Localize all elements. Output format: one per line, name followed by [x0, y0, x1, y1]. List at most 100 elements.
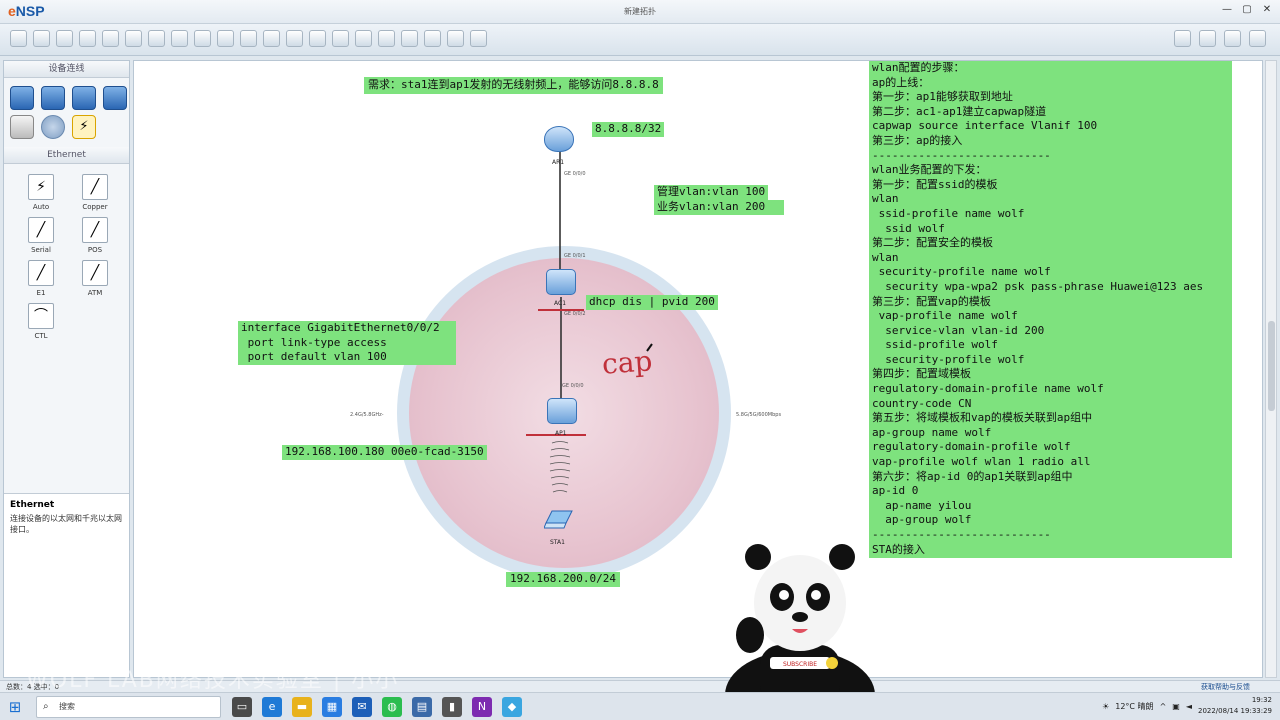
- cable-auto-icon: ⚡: [28, 174, 54, 200]
- new-topology-icon[interactable]: [10, 30, 27, 47]
- radio-right-label: 5.8G/5G/600Mbps: [736, 412, 782, 418]
- terminal-task-icon[interactable]: ▮: [442, 697, 462, 717]
- topo-icon[interactable]: [447, 30, 464, 47]
- ar1-label: AR1: [552, 159, 565, 166]
- windows-start-icon[interactable]: ⊞: [6, 698, 24, 716]
- topology-canvas[interactable]: 需求：sta1连到ap1发射的无线射频上，能够访问8.8.8.8 8.8.8.8…: [133, 60, 1263, 678]
- toolbar-right-group: [1174, 30, 1266, 47]
- stop-icon[interactable]: [401, 30, 418, 47]
- interface-line-3: port default vlan 100: [241, 350, 387, 364]
- settings-icon[interactable]: [1199, 30, 1216, 47]
- cable-pos[interactable]: ╱ POS: [68, 217, 122, 254]
- print-icon[interactable]: [102, 30, 119, 47]
- rect-icon[interactable]: [286, 30, 303, 47]
- cable-copper[interactable]: ╱ Copper: [68, 174, 122, 211]
- save-icon[interactable]: [56, 30, 73, 47]
- wlan-config-note[interactable]: wlan配置的步骤： ap的上线： 第一步：ap1能够获取到地址 第二步：ac1-ap…: [869, 61, 1232, 558]
- redo-icon[interactable]: [148, 30, 165, 47]
- scrollbar-thumb[interactable]: [1268, 321, 1275, 411]
- config-line: ssid wolf: [872, 221, 945, 235]
- capture-icon[interactable]: [424, 30, 441, 47]
- help-icon[interactable]: [1224, 30, 1241, 47]
- terminal-category-icon[interactable]: [10, 115, 34, 139]
- config-line: wlan: [872, 250, 899, 264]
- task-view-icon[interactable]: ▭: [232, 697, 252, 717]
- close-button[interactable]: ✕: [1260, 3, 1274, 17]
- onenote-icon[interactable]: N: [472, 697, 492, 717]
- ar1-port-label: GE 0/0/0: [564, 171, 586, 177]
- maximize-button[interactable]: ▢: [1240, 3, 1254, 17]
- zoom-out-icon[interactable]: [332, 30, 349, 47]
- firewall-category-icon[interactable]: [103, 86, 127, 110]
- ac-ac1-icon[interactable]: [546, 269, 576, 295]
- cable-pos-icon: ╱: [82, 217, 108, 243]
- edge-icon[interactable]: e: [262, 697, 282, 717]
- delete-icon[interactable]: [217, 30, 234, 47]
- interface-config-note[interactable]: interface GigabitEthernet0/0/2 port link…: [238, 321, 456, 365]
- mail-icon[interactable]: ✉: [352, 697, 372, 717]
- network-icon[interactable]: ▣: [1172, 702, 1180, 711]
- cloud-category-icon[interactable]: [41, 115, 65, 139]
- wechat-icon[interactable]: ◍: [382, 697, 402, 717]
- cable-label: Auto: [32, 203, 50, 211]
- canvas-scrollbar[interactable]: [1265, 60, 1277, 678]
- wlan-category-icon[interactable]: [72, 86, 96, 110]
- start-icon[interactable]: [378, 30, 395, 47]
- clock[interactable]: 19:32 2022/08/14 19:33:29: [1198, 695, 1272, 717]
- select-icon[interactable]: [171, 30, 188, 47]
- cable-label: Copper: [82, 203, 108, 211]
- vlan-biz-note[interactable]: 业务vlan:vlan 200: [654, 200, 784, 215]
- ac1-up-port-label: GE 0/0/1: [564, 253, 586, 259]
- cable-label: E1: [36, 289, 46, 297]
- toolbar: [0, 24, 1280, 56]
- volume-icon[interactable]: ◄: [1186, 702, 1192, 711]
- cmd-icon[interactable]: [470, 30, 487, 47]
- ap-ip-note[interactable]: 192.168.100.180 00e0-fcad-3150: [282, 445, 487, 460]
- text-icon[interactable]: [263, 30, 280, 47]
- config-line: country-code CN: [872, 396, 972, 410]
- save-as-icon[interactable]: [79, 30, 96, 47]
- store-icon[interactable]: ▦: [322, 697, 342, 717]
- sta1-laptop-icon[interactable]: [544, 509, 574, 531]
- clear-icon[interactable]: [240, 30, 257, 47]
- ensp-task-icon[interactable]: ▤: [412, 697, 432, 717]
- message-icon[interactable]: [1174, 30, 1191, 47]
- config-line: ssid-profile wolf: [872, 338, 998, 352]
- mascot-badge: SUBSCRIBE: [783, 661, 817, 668]
- explorer-icon[interactable]: ▬: [292, 697, 312, 717]
- sta-net-note[interactable]: 192.168.200.0/24: [506, 572, 620, 587]
- huawei-icon[interactable]: [1249, 30, 1266, 47]
- cable-e1[interactable]: ╱ E1: [14, 260, 68, 297]
- weather-text[interactable]: 12°C 晴朗: [1115, 701, 1153, 712]
- fit-icon[interactable]: [355, 30, 372, 47]
- search-icon: ⌕: [43, 701, 49, 712]
- weather-icon: ☀: [1102, 701, 1110, 711]
- cable-serial[interactable]: ╱ Serial: [14, 217, 68, 254]
- minimize-button[interactable]: —: [1220, 3, 1234, 17]
- dhcp-note[interactable]: dhcp dis | pvid 200: [586, 295, 718, 310]
- help-feedback-link[interactable]: 获取帮助与反馈: [1201, 682, 1250, 692]
- ip-8888-note[interactable]: 8.8.8.8/32: [592, 122, 665, 137]
- app-task-icon[interactable]: ◆: [502, 697, 522, 717]
- switch-category-icon[interactable]: [41, 86, 65, 110]
- radio-left-label: 2.4G/5.8GHz-: [350, 412, 384, 418]
- cable-auto[interactable]: ⚡ Auto: [14, 174, 68, 211]
- ap-ap1-icon[interactable]: [547, 398, 577, 424]
- cable-atm[interactable]: ╱ ATM: [68, 260, 122, 297]
- tray-expand-icon[interactable]: ^: [1160, 702, 1167, 711]
- device-category-grid: ⚡: [4, 78, 129, 147]
- undo-icon[interactable]: [125, 30, 142, 47]
- config-line: regulatory-domain-profile wolf: [872, 440, 1071, 454]
- vlan-mgmt-note[interactable]: 管理vlan:vlan 100: [654, 185, 769, 200]
- config-line: vap-profile wolf wlan 1 radio all: [872, 455, 1091, 469]
- cable-category-icon[interactable]: ⚡: [72, 115, 96, 139]
- hand-icon[interactable]: [194, 30, 211, 47]
- cable-label: CTL: [34, 332, 48, 340]
- zoom-in-icon[interactable]: [309, 30, 326, 47]
- router-category-icon[interactable]: [10, 86, 34, 110]
- taskbar-search-input[interactable]: ⌕ 搜索: [36, 696, 221, 718]
- open-icon[interactable]: [33, 30, 50, 47]
- router-ar1-icon[interactable]: [544, 126, 574, 152]
- cable-ctl[interactable]: ⌒ CTL: [14, 303, 68, 340]
- cable-atm-icon: ╱: [82, 260, 108, 286]
